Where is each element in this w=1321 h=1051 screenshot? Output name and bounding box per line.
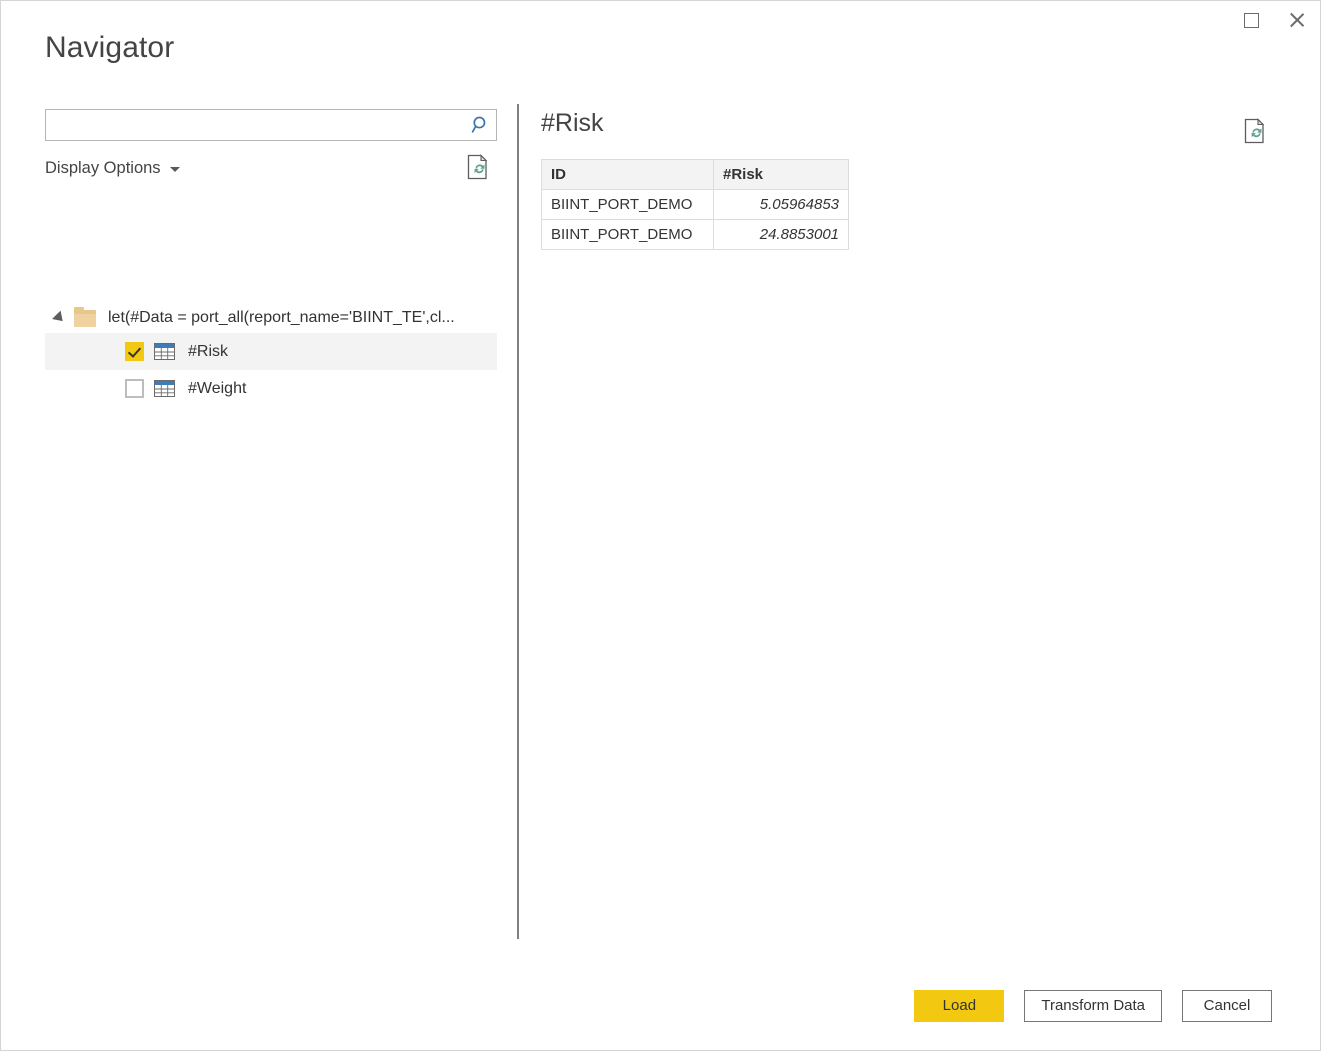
tree-item-risk[interactable]: #Risk — [45, 333, 497, 370]
column-header-id[interactable]: ID — [541, 159, 714, 190]
search-icon[interactable] — [466, 110, 496, 140]
tree-item-label: #Weight — [188, 379, 247, 397]
expander-triangle-icon[interactable] — [52, 310, 67, 326]
tree-item-weight[interactable]: #Weight — [45, 370, 497, 407]
checkbox-weight[interactable] — [125, 379, 144, 398]
display-options-dropdown[interactable]: Display Options — [45, 159, 180, 178]
cell-id: BIINT_PORT_DEMO — [541, 189, 714, 220]
search-input[interactable] — [46, 111, 466, 139]
navigator-dialog: Navigator Display Options let(#Data = po… — [0, 0, 1321, 1051]
pane-divider — [517, 104, 519, 939]
preview-title: #Risk — [541, 109, 604, 137]
transform-data-button[interactable]: Transform Data — [1024, 990, 1162, 1022]
cell-risk: 24.8853001 — [713, 219, 849, 250]
load-button[interactable]: Load — [914, 990, 1005, 1022]
checkbox-risk[interactable] — [125, 342, 144, 361]
maximize-button[interactable] — [1228, 1, 1274, 39]
display-options-row: Display Options — [45, 151, 497, 185]
column-header-risk[interactable]: #Risk — [713, 159, 849, 190]
dialog-footer: Load Transform Data Cancel — [914, 990, 1272, 1022]
preview-table: ID #Risk BIINT_PORT_DEMO 5.05964853 BIIN… — [541, 159, 849, 250]
close-button[interactable] — [1274, 1, 1320, 39]
chevron-down-icon — [169, 167, 180, 172]
cell-id: BIINT_PORT_DEMO — [541, 219, 714, 250]
page-title: Navigator — [45, 31, 175, 64]
table-icon — [154, 380, 175, 397]
tree-item-label: #Risk — [188, 342, 229, 360]
maximize-icon — [1243, 12, 1259, 28]
cancel-button[interactable]: Cancel — [1182, 990, 1272, 1022]
refresh-document-icon[interactable] — [465, 153, 491, 181]
search-box[interactable] — [45, 109, 497, 141]
close-icon — [1288, 11, 1306, 29]
tree-root-label: let(#Data = port_all(report_name='BIINT_… — [108, 309, 455, 326]
refresh-preview-icon[interactable] — [1242, 117, 1268, 145]
preview-header: #Risk — [541, 109, 1290, 151]
table-row[interactable]: BIINT_PORT_DEMO 5.05964853 — [541, 189, 849, 220]
cell-risk: 5.05964853 — [713, 189, 849, 220]
tree-root-node[interactable]: let(#Data = port_all(report_name='BIINT_… — [45, 303, 497, 333]
navigation-tree: let(#Data = port_all(report_name='BIINT_… — [45, 303, 497, 407]
display-options-label: Display Options — [45, 158, 161, 177]
table-row[interactable]: BIINT_PORT_DEMO 24.8853001 — [541, 219, 849, 250]
folder-icon — [74, 306, 96, 327]
table-header-row: ID #Risk — [541, 159, 849, 190]
left-pane: Display Options let(#Data = port_all(rep… — [45, 109, 497, 398]
window-controls — [1228, 1, 1320, 41]
table-icon — [154, 343, 175, 360]
preview-pane: #Risk ID #Risk BIINT_PORT_DEMO 5.0596485… — [541, 109, 1290, 250]
